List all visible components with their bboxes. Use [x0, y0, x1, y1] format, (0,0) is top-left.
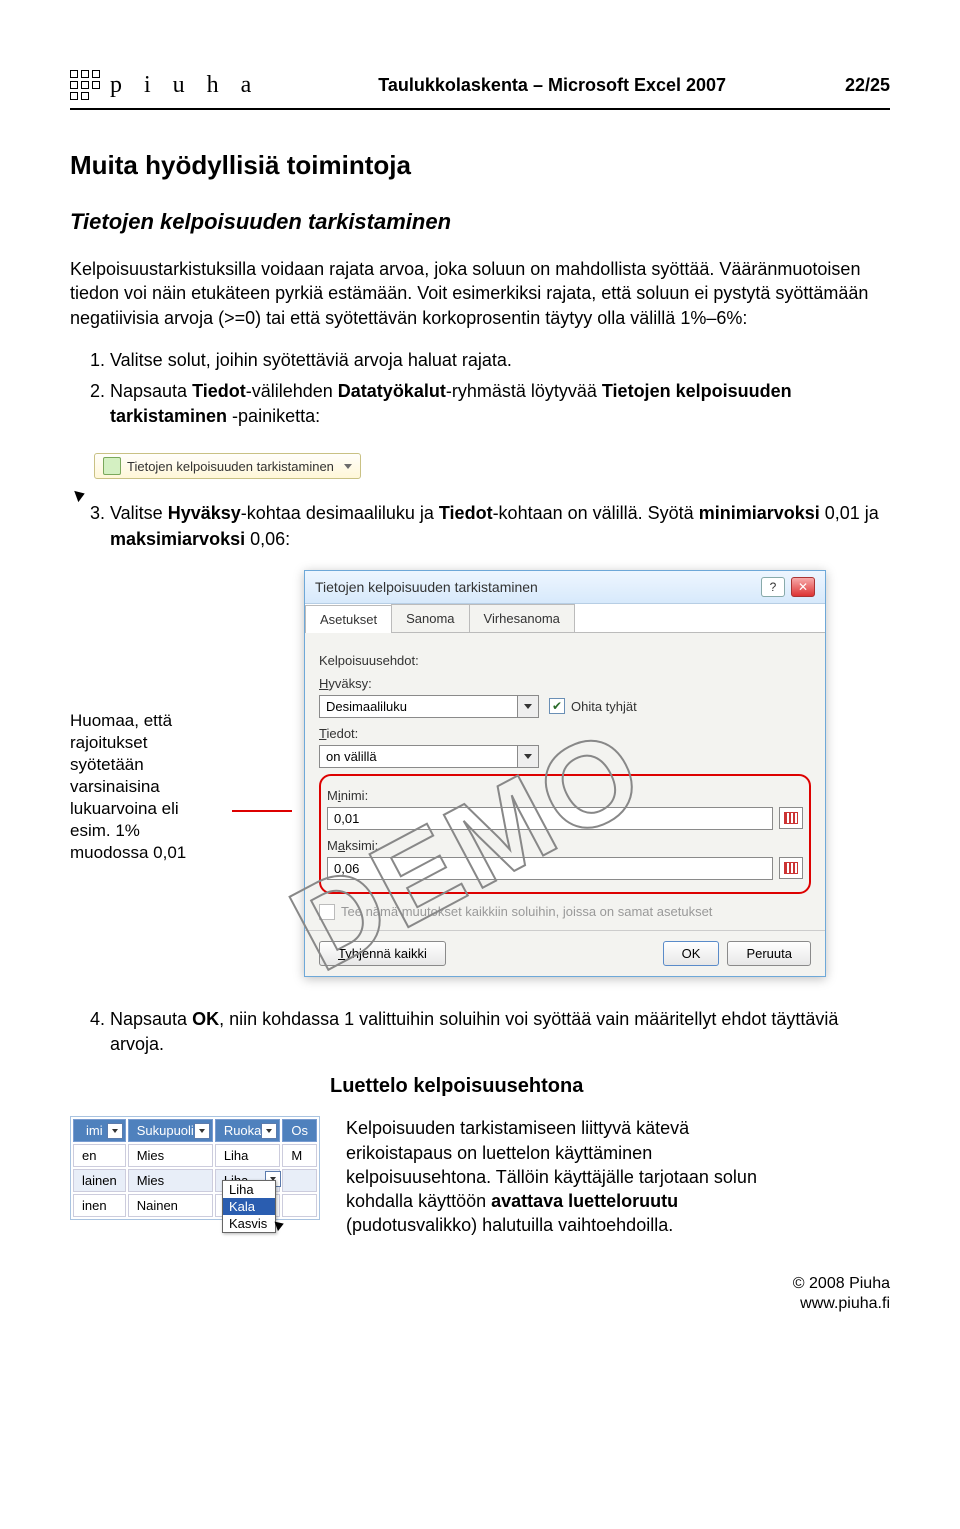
step-4: Napsauta OK, niin kohdassa 1 valittuihin…: [110, 1007, 890, 1057]
close-button[interactable]: ✕: [791, 577, 815, 597]
data-validation-dialog: Tietojen kelpoisuuden tarkistaminen ? ✕ …: [304, 570, 826, 977]
steps-list: Valitse solut, joihin syötettäviä arvoja…: [70, 348, 890, 430]
max-range-picker-button[interactable]: [779, 857, 803, 879]
ignore-blank-checkbox[interactable]: ✔Ohita tyhjät: [549, 698, 637, 714]
dialog-title: Tietojen kelpoisuuden tarkistaminen: [315, 579, 538, 595]
filter-dropdown-icon[interactable]: [107, 1123, 123, 1139]
col-gender[interactable]: Sukupuoli: [128, 1119, 213, 1142]
col-os: Os: [282, 1119, 317, 1142]
ok-button[interactable]: OK: [663, 941, 720, 966]
callout-connector: [232, 810, 292, 812]
header-rule: [70, 108, 890, 110]
data-dropdown-icon[interactable]: [518, 745, 539, 768]
dialog-tabs: Asetukset Sanoma Virhesanoma: [305, 604, 825, 633]
callout-note: Huomaa, että rajoitukset syötetään varsi…: [70, 570, 220, 865]
allow-combo[interactable]: [319, 695, 518, 718]
table-row: lainenMiesLiha: [73, 1169, 317, 1192]
minimum-input[interactable]: [327, 807, 773, 830]
logo-icon: [70, 70, 100, 100]
help-button[interactable]: ?: [761, 577, 785, 597]
step-1: Valitse solut, joihin syötettäviä arvoja…: [110, 348, 890, 373]
tab-error-alert[interactable]: Virhesanoma: [469, 604, 575, 632]
subsection-heading: Tietojen kelpoisuuden tarkistaminen: [70, 209, 890, 235]
page-number: 22/25: [845, 75, 890, 96]
cursor-icon: [275, 1219, 286, 1231]
ribbon-data-validation-button[interactable]: Tietojen kelpoisuuden tarkistaminen: [94, 453, 361, 479]
intro-paragraph: Kelpoisuustarkistuksilla voidaan rajata …: [70, 257, 890, 330]
minmax-highlight: Minimi:Minimi: Maksimi:Maksimi:: [319, 774, 811, 894]
list-paragraph: Kelpoisuuden tarkistamiseen liittyvä kät…: [346, 1116, 776, 1237]
logo-text: p i u h a: [110, 72, 259, 99]
col-food[interactable]: Ruoka: [215, 1119, 281, 1142]
min-range-picker-button[interactable]: [779, 807, 803, 829]
steps-list-cont2: Napsauta OK, niin kohdassa 1 valittuihin…: [70, 1007, 890, 1057]
doc-title: Taulukkolaskenta – Microsoft Excel 2007: [378, 75, 726, 96]
list-item[interactable]: Liha: [223, 1181, 275, 1198]
clear-all-button[interactable]: Tyhjennä kaikkiTyhjennä kaikki: [319, 941, 446, 966]
dialog-titlebar: Tietojen kelpoisuuden tarkistaminen ? ✕: [305, 571, 825, 604]
data-combo[interactable]: [319, 745, 518, 768]
list-item[interactable]: Kasvis: [223, 1215, 275, 1232]
subheading-list: Luettelo kelpoisuusehtona: [330, 1075, 890, 1098]
brand: p i u h a: [70, 70, 259, 100]
col-name[interactable]: imi: [73, 1119, 126, 1142]
allow-dropdown-icon[interactable]: [518, 695, 539, 718]
page-header: p i u h a Taulukkolaskenta – Microsoft E…: [70, 70, 890, 100]
steps-list-cont: Valitse Hyväksy-kohtaa desimaaliluku ja …: [70, 501, 890, 551]
sample-table: imi Sukupuoli Ruoka Os enMiesLihaM laine…: [70, 1116, 320, 1220]
apply-all-checkbox: Tee nämä muutokset kaikkiin soluihin, jo…: [319, 904, 811, 920]
filter-dropdown-icon[interactable]: [194, 1123, 210, 1139]
filter-dropdown-icon[interactable]: [261, 1123, 277, 1139]
page-footer: © 2008 Piuha www.piuha.fi: [70, 1274, 890, 1316]
tab-input-message[interactable]: Sanoma: [391, 604, 469, 632]
step-3: Valitse Hyväksy-kohtaa desimaaliluku ja …: [110, 501, 890, 551]
maximum-input[interactable]: [327, 857, 773, 880]
ribbon-label: Tietojen kelpoisuuden tarkistaminen: [127, 459, 334, 474]
ribbon-dropdown-icon: [344, 464, 352, 469]
step-2: Napsauta Tiedot-välilehden Datatyökalut-…: [110, 379, 890, 429]
table-row: inenNainen: [73, 1194, 317, 1217]
criteria-label: Kelpoisuusehdot:: [319, 653, 811, 668]
table-row: enMiesLihaM: [73, 1144, 317, 1167]
section-heading: Muita hyödyllisiä toimintoja: [70, 150, 890, 181]
cancel-button[interactable]: Peruuta: [727, 941, 811, 966]
validation-icon: [103, 457, 121, 475]
list-item[interactable]: Kala: [223, 1198, 275, 1215]
validation-dropdown-list[interactable]: Liha Kala Kasvis: [222, 1180, 276, 1233]
tab-settings[interactable]: Asetukset: [305, 605, 392, 633]
